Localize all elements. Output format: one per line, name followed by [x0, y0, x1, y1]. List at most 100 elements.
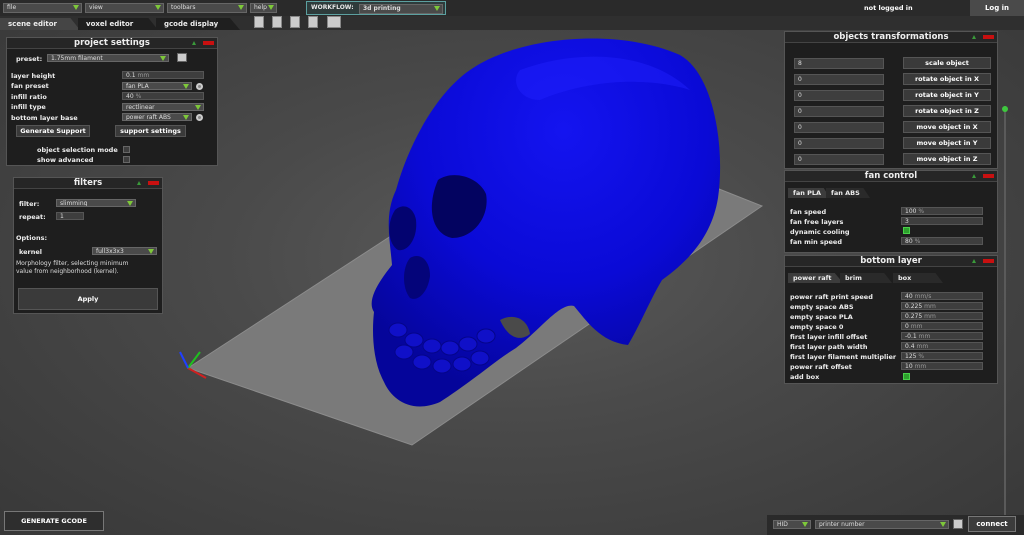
tab-brim[interactable]: brim	[840, 273, 892, 283]
save-printer-icon[interactable]	[953, 519, 963, 529]
rotate-x-field[interactable]: 0	[794, 74, 884, 85]
bottom-layer-base-select[interactable]: power raft ABS	[122, 113, 192, 121]
view-menu[interactable]: view	[85, 3, 164, 13]
tab-fan-pla[interactable]: fan PLA	[788, 188, 830, 198]
generate-support-button[interactable]: Generate Support	[16, 125, 90, 137]
help-menu[interactable]: help	[250, 3, 277, 13]
support-settings-button[interactable]: support settings	[115, 125, 186, 137]
rotate-y-button[interactable]: rotate object in Y	[903, 89, 991, 101]
power-raft-offset-field[interactable]: 10 mm	[901, 362, 983, 370]
panel-controls[interactable]	[192, 41, 214, 45]
move-x-field[interactable]: 0	[794, 122, 884, 133]
layer-height-unit: mm	[137, 72, 150, 79]
fan-speed-unit: %	[918, 208, 925, 215]
rotate-z-field[interactable]: 0	[794, 106, 884, 117]
undo-icon[interactable]	[290, 16, 300, 28]
collapse-icon[interactable]	[137, 181, 141, 185]
move-x-button[interactable]: move object in X	[903, 121, 991, 133]
gear-icon[interactable]	[196, 114, 203, 121]
port-value: HID	[777, 521, 788, 528]
panel-controls[interactable]	[972, 259, 994, 263]
scale-object-button[interactable]: scale object	[903, 57, 991, 69]
login-button[interactable]: Log in	[970, 0, 1024, 16]
first-layer-filament-multiplier-field[interactable]: 125 %	[901, 352, 983, 360]
collapse-icon[interactable]	[972, 35, 976, 39]
apply-button[interactable]: Apply	[18, 288, 158, 310]
tab-scene-editor[interactable]: scene editor	[0, 18, 80, 30]
empty-space-abs-field[interactable]: 0.225 mm	[901, 302, 983, 310]
close-icon[interactable]	[983, 174, 994, 178]
move-y-button[interactable]: move object in Y	[903, 137, 991, 149]
object-selection-mode-checkbox[interactable]	[123, 146, 130, 153]
fan-min-speed-unit: %	[914, 238, 921, 245]
chevron-down-icon	[183, 84, 189, 89]
empty-space-0-field[interactable]: 0 mm	[901, 322, 983, 330]
rotate-x-button[interactable]: rotate object in X	[903, 73, 991, 85]
collapse-icon[interactable]	[972, 259, 976, 263]
gear-icon[interactable]	[196, 83, 203, 90]
first-layer-path-width-field[interactable]: 0.4 mm	[901, 342, 983, 350]
power-raft-print-speed-label: power raft print speed	[790, 293, 873, 301]
scale-field[interactable]: 8	[794, 58, 884, 69]
collapse-icon[interactable]	[192, 41, 196, 45]
move-y-field[interactable]: 0	[794, 138, 884, 149]
layer-height-field[interactable]: 0.1 mm	[122, 71, 204, 79]
layer-slider[interactable]	[1002, 106, 1008, 526]
file-menu[interactable]: file	[3, 3, 82, 13]
kernel-select[interactable]: full3x3x3	[92, 247, 157, 255]
infill-type-select[interactable]: rectlinear	[122, 103, 204, 111]
fan-free-layers-label: fan free layers	[790, 218, 844, 226]
slider-handle[interactable]	[1002, 106, 1008, 112]
first-layer-path-width-value: 0.4	[905, 343, 915, 350]
show-advanced-checkbox[interactable]	[123, 156, 130, 163]
collapse-icon[interactable]	[972, 174, 976, 178]
power-raft-print-speed-field[interactable]: 40 mm/s	[901, 292, 983, 300]
save-scene-icon[interactable]	[254, 16, 264, 28]
fan-preset-select[interactable]: fan PLA	[122, 82, 192, 90]
fan-free-layers-value: 3	[905, 218, 909, 225]
tab-gcode-display[interactable]: gcode display	[156, 18, 240, 30]
fan-speed-label: fan speed	[790, 208, 827, 216]
bottom-layer-title: bottom layer	[785, 256, 997, 267]
panel-controls[interactable]	[972, 174, 994, 178]
tab-voxel-editor[interactable]: voxel editor	[78, 18, 158, 30]
infill-ratio-field[interactable]: 40 %	[122, 92, 204, 100]
preset-select[interactable]: 1.75mm filament	[47, 54, 169, 62]
printer-select[interactable]: printer number	[815, 520, 949, 529]
fan-free-layers-field[interactable]: 3	[901, 217, 983, 225]
rotate-z-button[interactable]: rotate object in Z	[903, 105, 991, 117]
filter-select[interactable]: slimming	[56, 199, 136, 207]
show-advanced-label: show advanced	[37, 156, 94, 164]
connect-button[interactable]: connect	[968, 516, 1016, 532]
workflow-dropdown[interactable]: 3d printing	[359, 4, 443, 14]
move-z-field[interactable]: 0	[794, 154, 884, 165]
tab-box[interactable]: box	[893, 273, 943, 283]
close-icon[interactable]	[203, 41, 214, 45]
fan-min-speed-field[interactable]: 80 %	[901, 237, 983, 245]
tab-power-raft[interactable]: power raft	[788, 273, 843, 283]
port-select[interactable]: HID	[773, 520, 811, 529]
generate-gcode-button[interactable]: GENERATE GCODE	[4, 511, 104, 531]
toolbars-menu[interactable]: toolbars	[167, 3, 247, 13]
rotate-y-field[interactable]: 0	[794, 90, 884, 101]
login-status: not logged in	[864, 4, 913, 12]
tab-fan-abs[interactable]: fan ABS	[826, 188, 870, 198]
chevron-down-icon	[195, 105, 201, 110]
dynamic-cooling-checkbox[interactable]	[903, 227, 910, 234]
close-icon[interactable]	[983, 35, 994, 39]
save-as-icon[interactable]	[272, 16, 282, 28]
first-layer-infill-offset-field[interactable]: -0.1 mm	[901, 332, 983, 340]
save-preset-icon[interactable]	[177, 53, 187, 62]
empty-space-pla-field[interactable]: 0.275 mm	[901, 312, 983, 320]
add-box-checkbox[interactable]	[903, 373, 910, 380]
rotate-z-value: 0	[798, 108, 802, 115]
repeat-field[interactable]: 1	[56, 212, 84, 220]
panel-controls[interactable]	[972, 35, 994, 39]
close-icon[interactable]	[983, 259, 994, 263]
settings-icon[interactable]	[327, 16, 341, 28]
move-z-button[interactable]: move object in Z	[903, 153, 991, 165]
panel-controls[interactable]	[137, 181, 159, 185]
redo-icon[interactable]	[308, 16, 318, 28]
fan-speed-field[interactable]: 100 %	[901, 207, 983, 215]
close-icon[interactable]	[148, 181, 159, 185]
